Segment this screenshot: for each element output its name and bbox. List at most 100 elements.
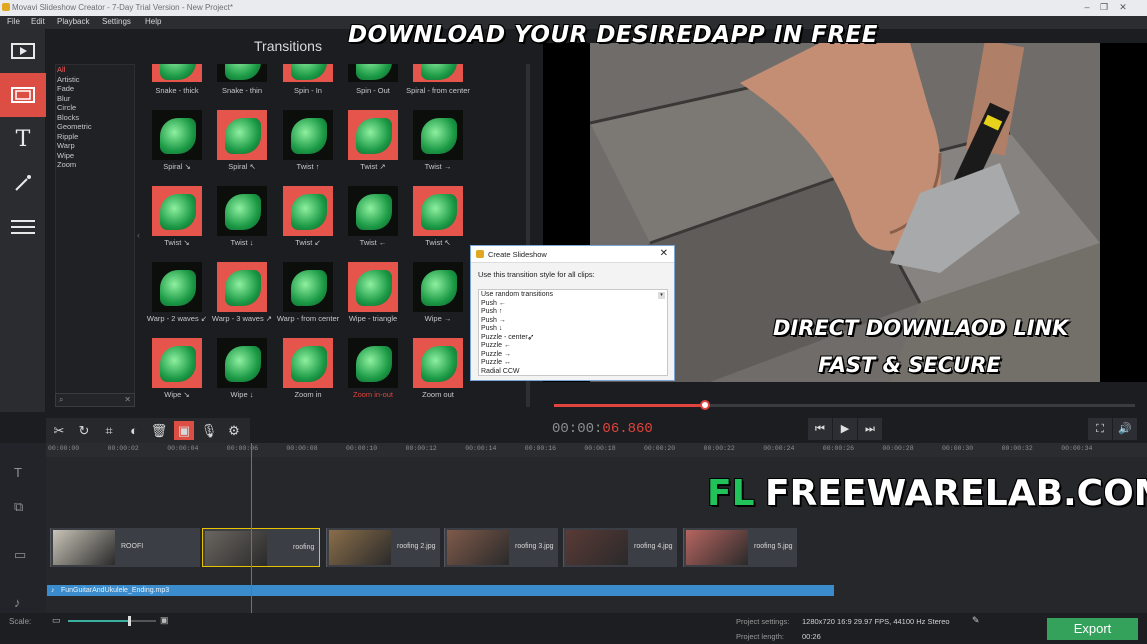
transition-thumbnail[interactable] [283,110,333,160]
transition-thumbnail[interactable] [152,338,202,388]
category-item-all[interactable]: All [57,65,65,74]
export-button[interactable]: Export [1047,618,1138,640]
fullscreen-button[interactable]: ⛶ [1088,418,1112,440]
timeline-clip[interactable]: roofing 4.jpg [563,528,677,567]
edit-settings-icon[interactable]: ✎ [972,615,980,626]
close-icon[interactable]: ✕ [1116,2,1130,14]
list-item[interactable]: Puzzle → [481,351,511,360]
collapse-panel-icon[interactable]: ‹ [137,230,140,240]
transition-thumbnail[interactable] [348,110,398,160]
transition-thumbnail[interactable] [217,186,267,236]
transition-thumbnail[interactable] [348,262,398,312]
transition-thumbnail[interactable] [413,110,463,160]
transition-thumbnail[interactable] [152,110,202,160]
transition-thumbnail[interactable] [283,262,333,312]
zoom-in-icon[interactable]: ▣ [160,615,169,626]
image-properties-button[interactable]: ▣ [174,421,194,440]
timeline-clip[interactable]: roofing 5.jpg [683,528,797,567]
record-audio-button[interactable]: 🎙 [199,421,219,440]
skip-forward-icon: ⏭ [865,423,875,435]
transition-thumbnail[interactable] [348,338,398,388]
timeline-clip[interactable]: ROOFI [50,528,200,567]
transition-preview-shape [356,346,392,382]
transition-preview-shape [291,64,327,80]
transition-thumbnail[interactable] [283,338,333,388]
transitions-button[interactable] [0,73,46,117]
seek-handle[interactable] [700,400,710,410]
transition-thumbnail[interactable] [413,64,463,82]
menu-playback[interactable]: Playback [57,17,89,26]
list-item[interactable]: Use random transitions [481,291,553,300]
transition-thumbnail[interactable] [152,64,202,82]
menu-file[interactable]: File [7,17,20,26]
timeline-clip[interactable]: roofing 2.jpg [326,528,440,567]
menu-settings[interactable]: Settings [102,17,131,26]
list-item[interactable]: Push → [481,317,506,326]
category-item-wipe[interactable]: Wipe [57,151,74,160]
list-item[interactable]: Push ↓ [481,325,502,334]
transition-thumbnail[interactable] [348,64,398,82]
category-item-warp[interactable]: Warp [57,141,75,150]
category-item-zoom[interactable]: Zoom [57,160,76,169]
list-item[interactable]: Puzzle ← [481,342,511,351]
maximize-icon[interactable]: ❐ [1097,2,1111,14]
category-item-ripple[interactable]: Ripple [57,132,78,141]
list-item[interactable]: Puzzle ↔ [481,359,511,368]
minimize-icon[interactable]: – [1080,2,1094,14]
timeline-clip[interactable]: roofing 3.jpg [444,528,558,567]
transition-thumbnail[interactable] [217,110,267,160]
transition-thumbnail[interactable] [413,338,463,388]
ruler-tick: 00:00:28 [882,445,914,452]
color-adjust-button[interactable]: ◐ [124,421,144,440]
next-button[interactable]: ⏭ [858,418,882,440]
clear-icon[interactable]: ✕ [124,395,131,404]
menu-edit[interactable]: Edit [31,17,45,26]
transition-thumbnail[interactable] [152,262,202,312]
scale-slider-handle[interactable] [128,616,131,626]
delete-button[interactable]: 🗑 [149,421,169,440]
dialog-close-icon[interactable]: ✕ [660,248,668,259]
category-item-fade[interactable]: Fade [57,84,74,93]
text-track-icon: T [14,465,22,480]
scale-slider[interactable] [68,616,156,626]
rotate-button[interactable]: ↻ [74,421,94,440]
volume-button[interactable]: 🔊 [1113,418,1137,440]
transition-thumbnail[interactable] [283,186,333,236]
transition-thumbnail[interactable] [152,186,202,236]
transition-thumbnail[interactable] [217,262,267,312]
settings-button[interactable]: ⚙ [224,421,244,440]
more-tools-button[interactable] [0,205,46,249]
transition-thumbnail[interactable] [283,64,333,82]
titles-button[interactable]: T [0,117,46,161]
list-item[interactable]: Push ↑ [481,308,502,317]
category-list: All Artistic Fade Blur Circle Blocks Geo… [55,64,135,407]
menu-help[interactable]: Help [145,17,161,26]
list-item[interactable]: Puzzle - center [481,334,528,343]
transition-style-list[interactable]: Use random transitions Push ← Push ↑ Pus… [478,289,668,376]
list-item[interactable]: Radial CCW [481,368,520,377]
filters-button[interactable] [0,161,46,205]
timeline-clip[interactable]: roofing [202,528,320,567]
crop-button[interactable]: ⌗ [99,421,119,440]
zoom-out-icon[interactable]: ▭ [52,615,61,626]
transition-preview-shape [421,346,457,382]
transition-thumbnail[interactable] [217,338,267,388]
transition-thumbnail[interactable] [217,64,267,82]
transition-thumbnail[interactable] [413,262,463,312]
import-media-button[interactable] [0,29,46,73]
scrollbar-arrow-icon[interactable]: ▾ [658,292,665,299]
transition-thumbnail[interactable] [413,186,463,236]
category-item-geometric[interactable]: Geometric [57,122,92,131]
playhead[interactable] [251,443,252,613]
previous-button[interactable]: ⏮ [808,418,832,440]
category-item-circle[interactable]: Circle [57,103,76,112]
category-search-input[interactable]: ⌕ ✕ [55,393,135,407]
list-item[interactable]: Push ← [481,300,506,309]
category-item-blur[interactable]: Blur [57,94,70,103]
cut-button[interactable]: ✂ [49,421,69,440]
category-item-artistic[interactable]: Artistic [57,75,80,84]
audio-clip[interactable]: ♪ FunGuitarAndUkulele_Ending.mp3 [47,585,834,596]
category-item-blocks[interactable]: Blocks [57,113,79,122]
transition-thumbnail[interactable] [348,186,398,236]
play-button[interactable]: ▶ [833,418,857,440]
